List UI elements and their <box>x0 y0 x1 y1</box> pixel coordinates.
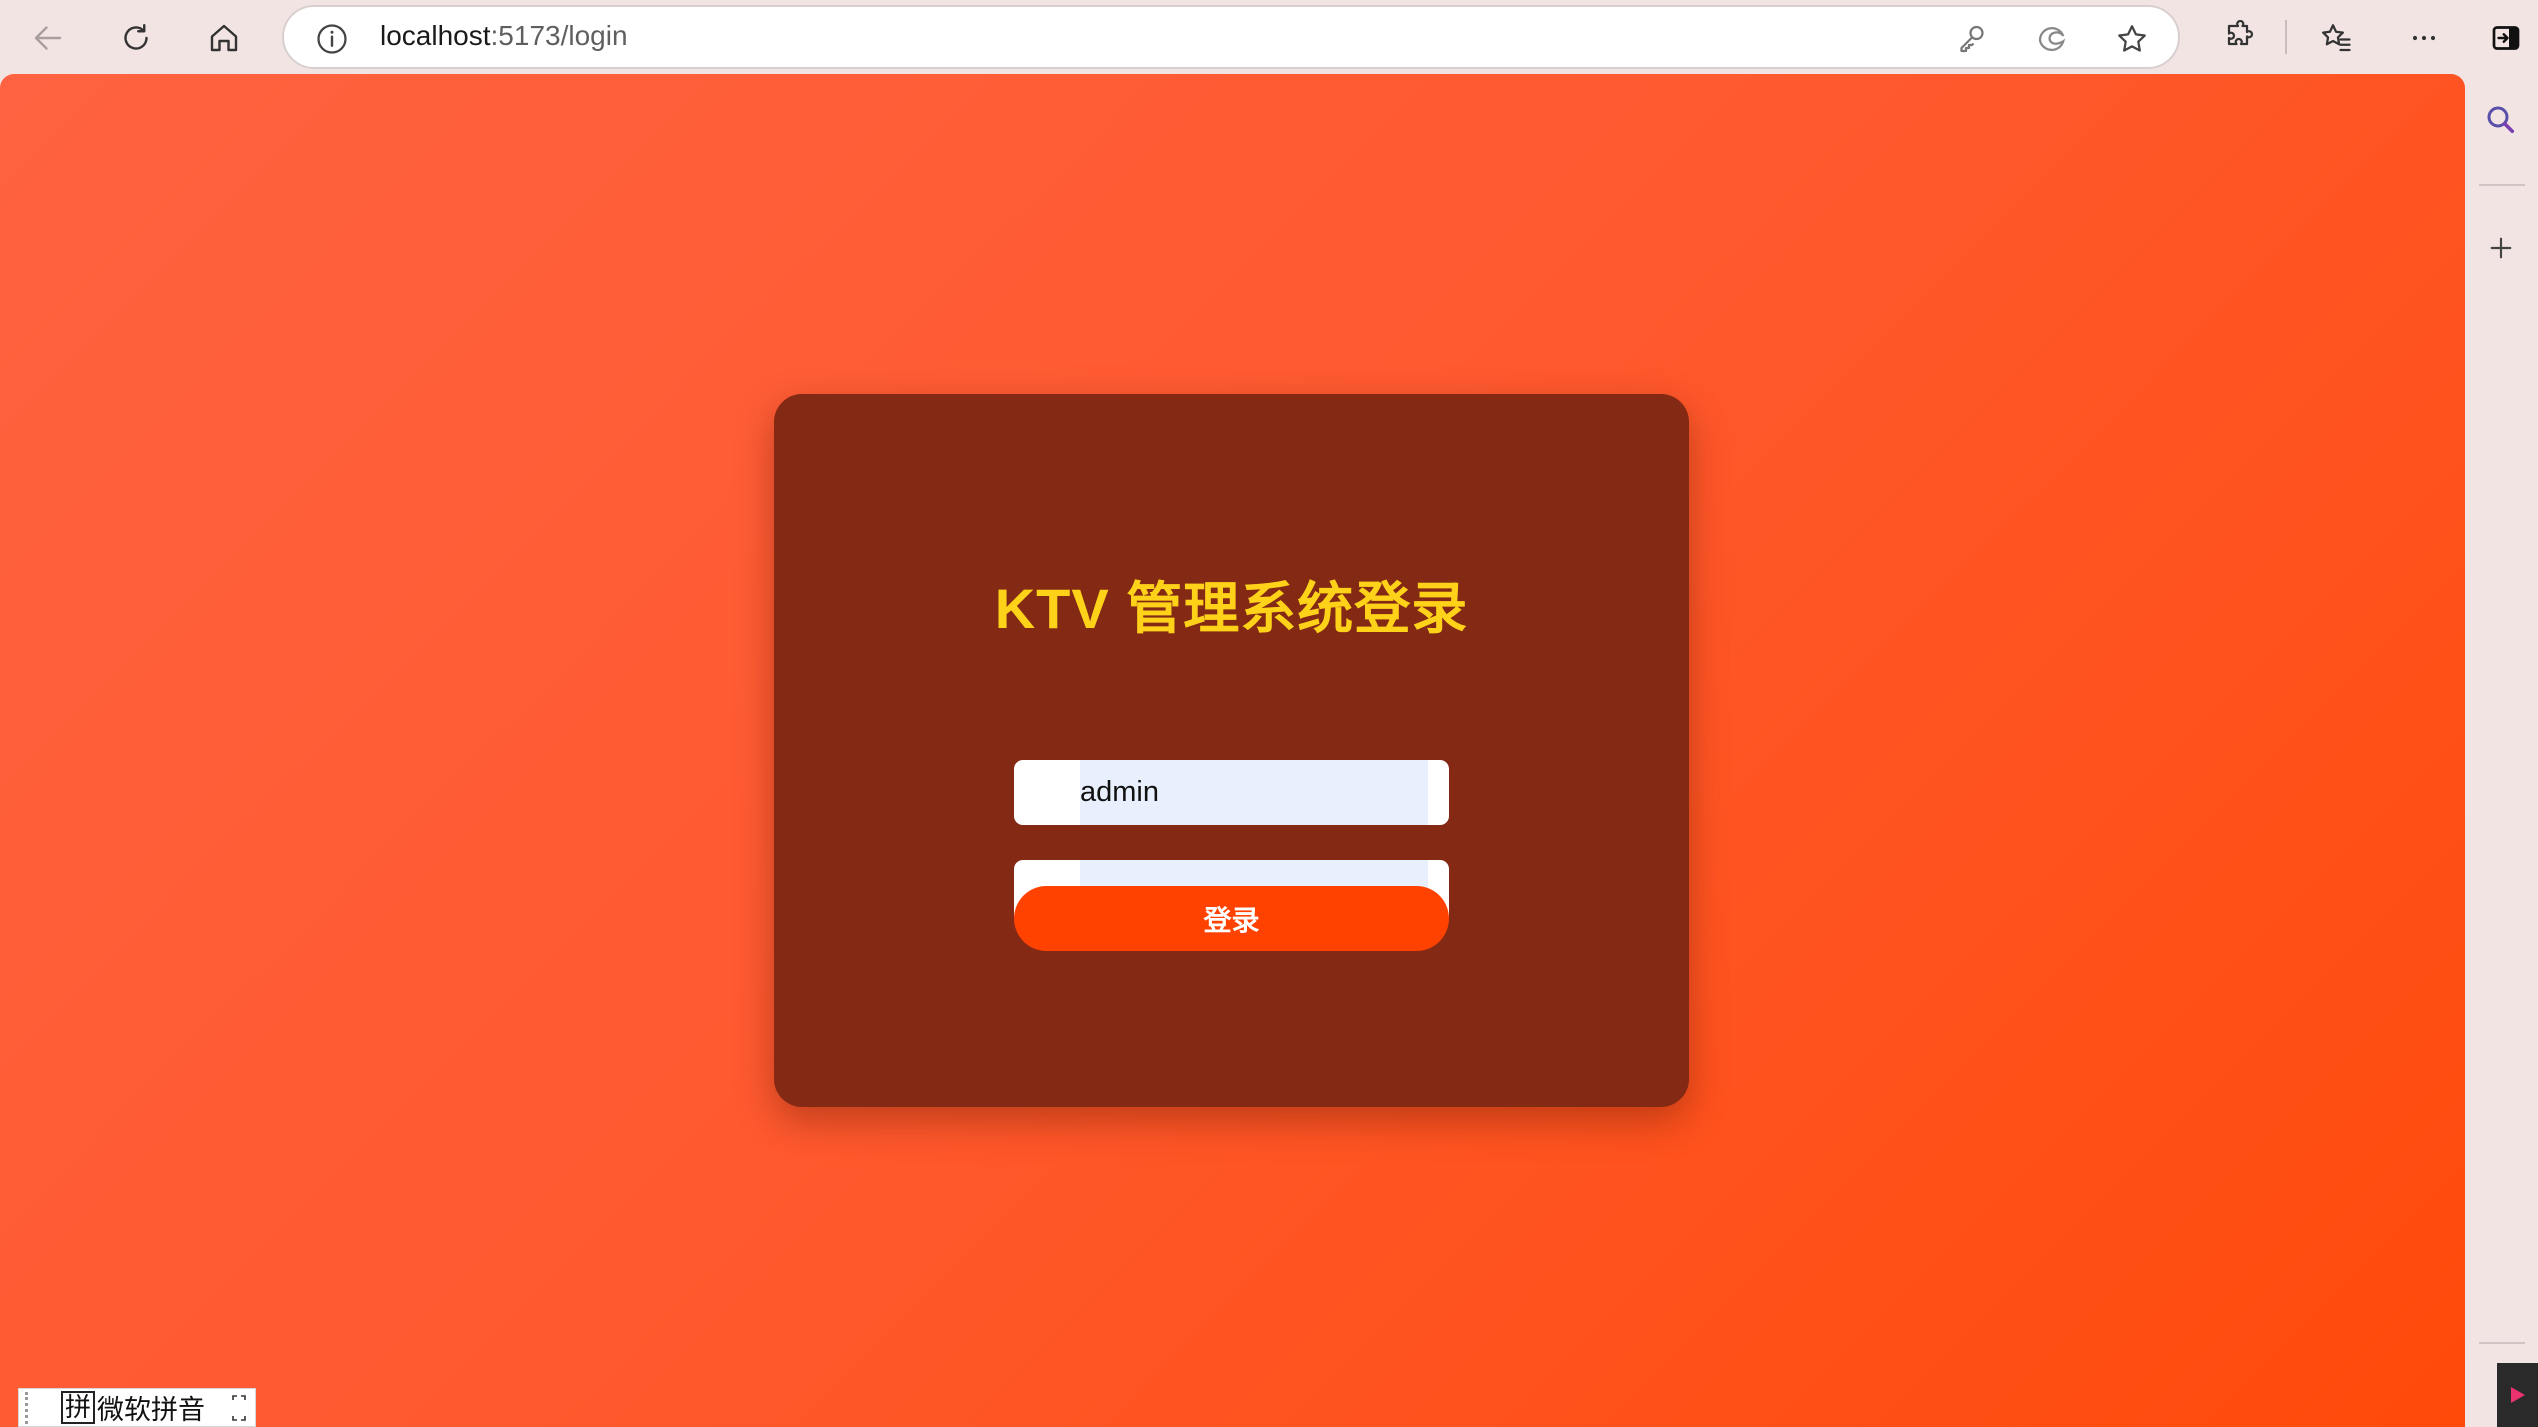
url-host: localhost <box>380 20 491 51</box>
search-icon <box>2487 106 2515 134</box>
favorites-icon <box>2321 24 2351 52</box>
back-button[interactable] <box>20 10 76 66</box>
refresh-icon <box>124 24 148 50</box>
sidebar-add-button[interactable] <box>2475 222 2527 274</box>
ime-name: 微软拼音 <box>97 1395 206 1425</box>
ime-mode-indicator[interactable]: 拼 <box>61 1391 96 1424</box>
login-card: KTV 管理系统登录 登录 <box>774 394 1689 1107</box>
toolbar-separator <box>2285 20 2287 54</box>
arrow-left-icon <box>34 26 62 50</box>
login-title: KTV 管理系统登录 <box>994 577 1469 640</box>
login-button[interactable]: 登录 <box>1014 886 1449 951</box>
address-bar[interactable]: localhost:5173/login <box>282 5 2180 69</box>
expand-icon[interactable] <box>231 1393 247 1423</box>
sidebar-divider <box>2479 184 2525 186</box>
browser-sidebar <box>2465 74 2538 1427</box>
username-input[interactable] <box>1080 760 1428 825</box>
info-icon[interactable] <box>314 21 350 57</box>
home-icon <box>210 24 238 52</box>
favorites-button[interactable] <box>2308 10 2364 66</box>
more-button[interactable] <box>2396 10 2452 66</box>
ime-toolbar[interactable]: 拼 微软拼音 <box>18 1388 256 1427</box>
page-viewport: KTV 管理系统登录 登录 <box>0 74 2465 1427</box>
username-field[interactable] <box>1014 760 1449 825</box>
sidebar-exit-icon <box>2492 26 2520 50</box>
more-icon <box>2412 35 2436 41</box>
extensions-button[interactable] <box>2210 10 2266 66</box>
browser-toolbar: localhost:5173/login <box>0 0 2538 74</box>
url-text[interactable]: localhost:5173/login <box>380 20 628 52</box>
home-button[interactable] <box>196 10 252 66</box>
puzzle-icon <box>2227 20 2254 46</box>
plus-icon <box>2490 237 2512 259</box>
taskbar-app-button[interactable] <box>2497 1363 2538 1427</box>
edge-icon[interactable] <box>2034 21 2070 57</box>
star-icon[interactable] <box>2114 21 2150 57</box>
reload-button[interactable] <box>108 10 164 66</box>
drag-handle[interactable] <box>25 1391 39 1424</box>
flag-icon <box>2510 1387 2525 1403</box>
key-icon[interactable] <box>1954 21 1990 57</box>
sidebar-search-button[interactable] <box>2475 94 2527 146</box>
url-path: :5173/login <box>490 20 628 51</box>
sidebar-toggle-button[interactable] <box>2478 10 2534 66</box>
sidebar-divider-bottom <box>2479 1342 2525 1344</box>
